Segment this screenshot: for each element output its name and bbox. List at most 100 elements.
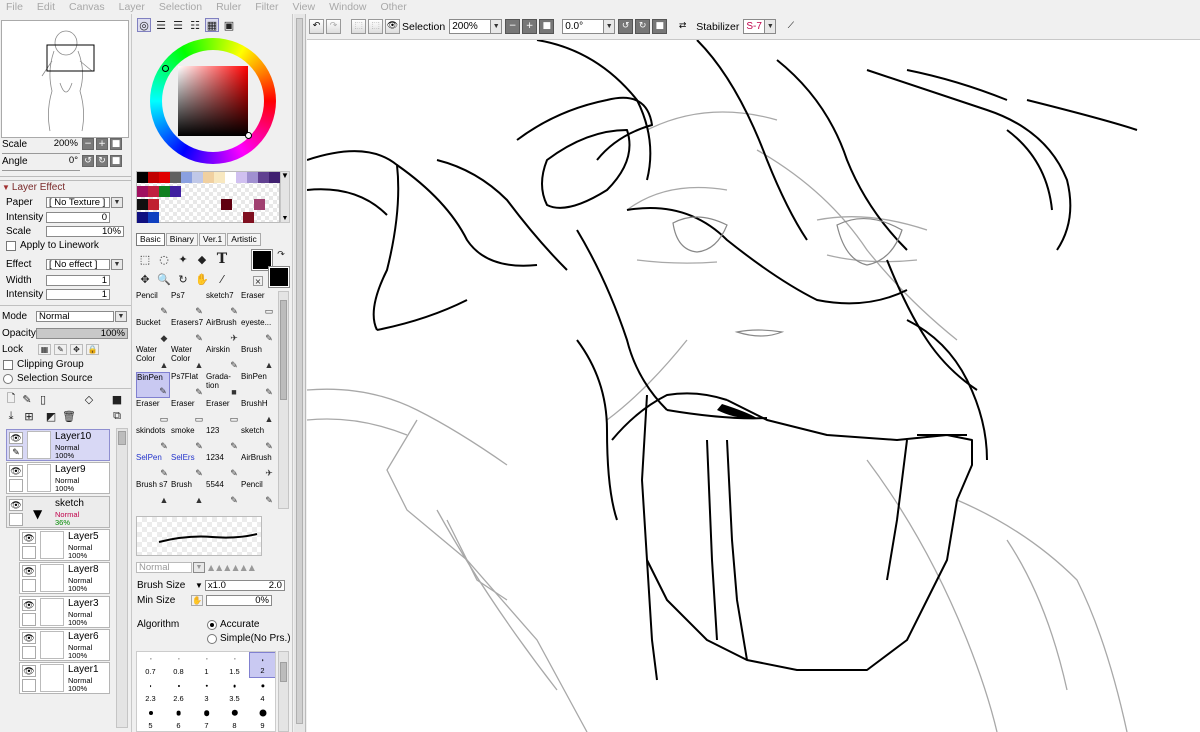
- toolbar-zoom-out-button[interactable]: −: [505, 19, 521, 34]
- brush-slot[interactable]: Pencil ✎: [136, 291, 170, 317]
- eye-icon[interactable]: 👁: [22, 532, 36, 544]
- palette-swatch[interactable]: [225, 172, 236, 183]
- size-preset[interactable]: 6: [165, 706, 192, 731]
- brush-slot[interactable]: smoke ✎: [171, 426, 205, 452]
- eye-icon[interactable]: 👁: [22, 632, 36, 644]
- pressure-icon[interactable]: ✋: [191, 595, 203, 606]
- menu-filter[interactable]: Filter: [255, 1, 278, 13]
- layer-item[interactable]: 👁 Layer5 Normal 100%: [19, 529, 110, 561]
- transfer-down-icon[interactable]: ⤓: [4, 409, 18, 423]
- new-folder-icon[interactable]: ▯: [36, 392, 50, 406]
- panel-splitter[interactable]: [0, 176, 131, 181]
- blend-mode-dropdown-arrow[interactable]: ▼: [115, 311, 127, 322]
- brush-slot[interactable]: Water Color ▲: [171, 345, 205, 371]
- palette-swatch[interactable]: [192, 172, 203, 183]
- rotate-left-button[interactable]: ↺: [82, 155, 94, 167]
- zoom-select[interactable]: 200%: [449, 19, 492, 34]
- tab-basic[interactable]: Basic: [136, 233, 165, 246]
- deselect-button[interactable]: ⬚: [351, 19, 366, 34]
- palette-swatch[interactable]: [254, 199, 265, 210]
- eyedropper-icon[interactable]: ⁄: [215, 272, 229, 286]
- folder-item[interactable]: 👁 ▼ sketch Normal 36%: [6, 496, 110, 528]
- brush-blend-select[interactable]: Normal: [136, 562, 192, 573]
- layer-item[interactable]: 👁 Layer1 Normal 100%: [19, 662, 110, 694]
- brush-blend-dropdown-arrow[interactable]: ▼: [193, 562, 205, 573]
- pen-icon[interactable]: [22, 579, 36, 592]
- palette-swatch[interactable]: [159, 186, 170, 197]
- size-preset[interactable]: 0.8: [165, 652, 192, 678]
- lock-all-icon[interactable]: 🔒: [86, 344, 99, 355]
- palette-swatch[interactable]: [148, 186, 159, 197]
- size-preset[interactable]: 9: [249, 706, 275, 731]
- pen-icon[interactable]: [22, 679, 36, 692]
- size-preset[interactable]: 4: [249, 679, 275, 705]
- size-preset[interactable]: 2.3: [137, 679, 164, 705]
- brush-slot[interactable]: 1234 ✎: [206, 453, 240, 479]
- brush-slot[interactable]: 5544 ✎: [206, 480, 240, 506]
- palette-menu-icon[interactable]: ▼: [280, 171, 290, 181]
- brush-slot[interactable]: skindots ✎: [136, 426, 170, 452]
- redo-button[interactable]: ↷: [326, 19, 341, 34]
- eye-icon[interactable]: 👁: [9, 465, 23, 477]
- brush-slot[interactable]: Water Color ▲: [136, 345, 170, 371]
- straight-line-button[interactable]: ⟋: [783, 19, 798, 34]
- eye-icon[interactable]: 👁: [22, 599, 36, 611]
- brush-slot[interactable]: 123 ✎: [206, 426, 240, 452]
- rotate-tool-icon[interactable]: ↻: [176, 272, 190, 286]
- brush-slot[interactable]: Airskin ✎: [206, 345, 240, 371]
- zoom-tool-icon[interactable]: 🔍: [157, 272, 171, 286]
- brush-slot[interactable]: Erasers7 ✎: [171, 318, 205, 344]
- palette-swatch[interactable]: [137, 212, 148, 223]
- brush-slot[interactable]: BinPen ✎: [136, 372, 170, 398]
- hand-tool-icon[interactable]: ✋: [195, 272, 209, 286]
- size-preset[interactable]: 2: [249, 652, 275, 678]
- tab-ver1[interactable]: Ver.1: [198, 233, 227, 246]
- palette-swatch[interactable]: [170, 186, 181, 197]
- menu-file[interactable]: File: [6, 1, 23, 13]
- layer-item[interactable]: 👁 Layer6 Normal 100%: [19, 629, 110, 661]
- eye-icon[interactable]: 👁: [9, 432, 23, 444]
- effect-select[interactable]: [ No effect ]: [46, 259, 110, 270]
- palette-scroll-down-icon[interactable]: ▼: [281, 215, 289, 222]
- palette-swatch[interactable]: [137, 199, 148, 210]
- angle-field[interactable]: 0°: [34, 155, 80, 167]
- brush-size-menu-icon[interactable]: ▼: [195, 581, 203, 590]
- blend-mode-select[interactable]: Normal: [36, 311, 114, 322]
- rect-select-icon[interactable]: ⬚: [138, 252, 152, 266]
- scale-field[interactable]: 200%: [34, 138, 80, 150]
- new-layer-icon[interactable]: 🗋: [4, 392, 18, 406]
- new-linework-layer-icon[interactable]: ✎: [20, 392, 34, 406]
- size-preset[interactable]: 5: [137, 706, 164, 731]
- brush-slot[interactable]: Ps7Flat ✎: [171, 372, 205, 398]
- brush-slot[interactable]: Pencil ✎: [241, 480, 275, 506]
- eye-icon[interactable]: 👁: [22, 665, 36, 677]
- panel-scrollbar[interactable]: [294, 14, 306, 732]
- clear-layer-icon[interactable]: ◩: [44, 409, 58, 423]
- palette-swatch[interactable]: [203, 172, 214, 183]
- scale-slider[interactable]: [2, 150, 80, 154]
- opacity-slider[interactable]: 100%: [36, 328, 128, 339]
- angle-slider[interactable]: [2, 167, 80, 171]
- brush-size-field[interactable]: x1.0 2.0: [204, 580, 285, 591]
- size-preset[interactable]: 1: [193, 652, 220, 678]
- zoom-reset-button[interactable]: ■: [110, 138, 122, 150]
- color-wheel-mode-icon[interactable]: ◎: [137, 18, 151, 32]
- drawing-canvas[interactable]: [307, 40, 1200, 732]
- tab-artistic[interactable]: Artistic: [227, 233, 261, 246]
- size-preset[interactable]: 0.7: [137, 652, 164, 678]
- zoom-dropdown-arrow[interactable]: ▼: [490, 19, 503, 34]
- selection-source-checkbox[interactable]: [3, 373, 13, 384]
- brush-slot[interactable]: sketch7 ✎: [206, 291, 240, 317]
- saturation-value-square[interactable]: [178, 66, 248, 136]
- palette-swatch[interactable]: [221, 199, 232, 210]
- pen-icon[interactable]: [22, 646, 36, 659]
- palette-swatch[interactable]: [137, 172, 148, 183]
- paper-dropdown-arrow[interactable]: ▼: [111, 197, 123, 208]
- effect-intensity-field[interactable]: 1: [46, 289, 110, 300]
- brush-slot[interactable]: BrushH ▲: [241, 399, 275, 425]
- palette-swatch[interactable]: [181, 172, 192, 183]
- menu-selection[interactable]: Selection: [159, 1, 202, 13]
- select-pen-icon[interactable]: ◆: [195, 252, 209, 266]
- panel-scroll-thumb[interactable]: [296, 18, 303, 724]
- layer-item[interactable]: 👁 Layer9 Normal 100%: [6, 462, 110, 494]
